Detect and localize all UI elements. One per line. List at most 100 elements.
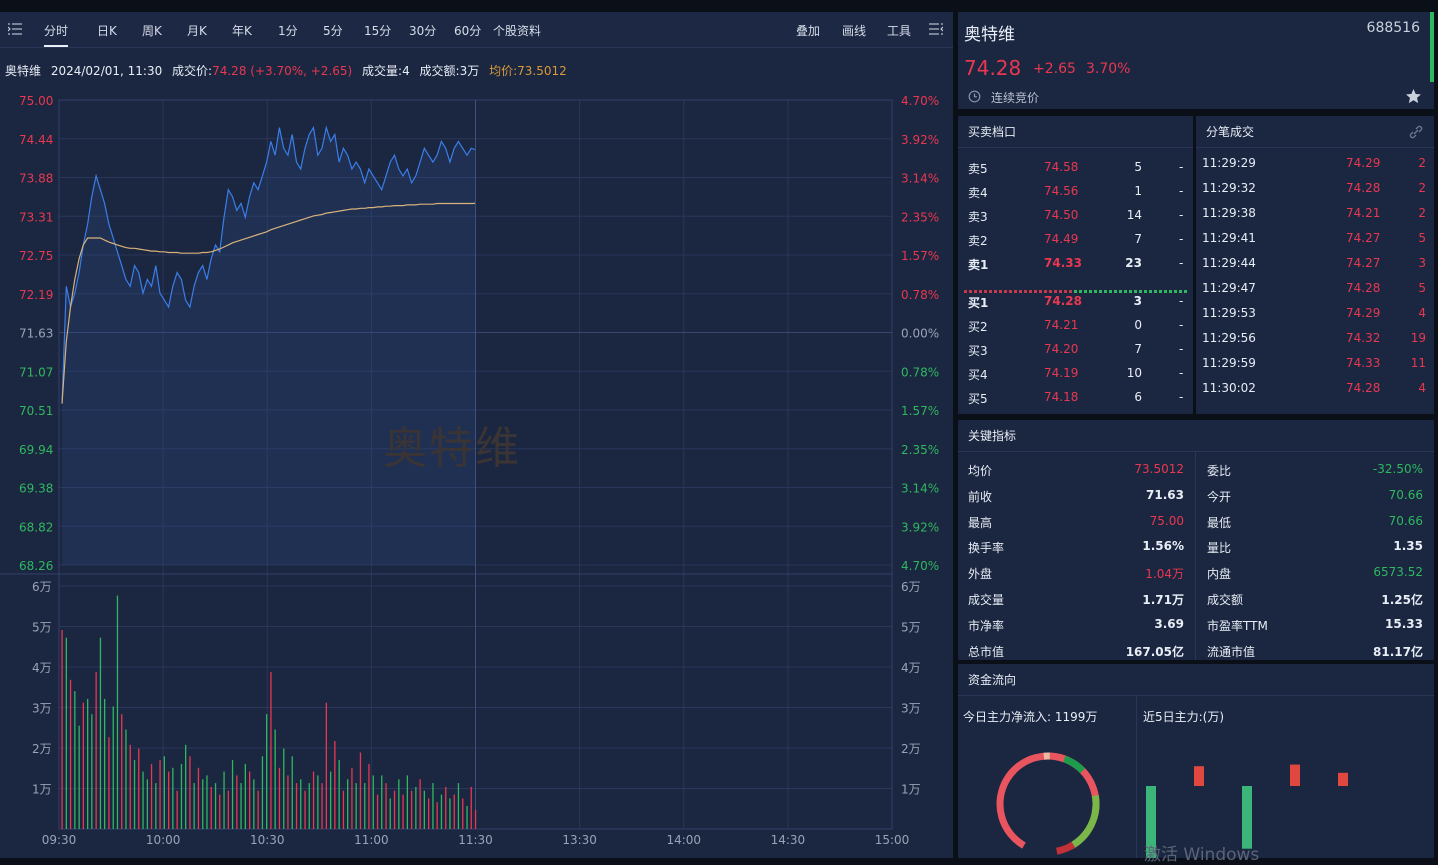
volume-bar [210, 786, 212, 829]
y-right-tick: 0.00% [901, 327, 939, 341]
y-right-tick: 3.14% [901, 172, 939, 186]
vol-tick-left: 3万 [32, 702, 52, 716]
volume-bar [389, 798, 391, 829]
trade-time: 11:29:53 [1202, 306, 1256, 320]
orderbook-price: 74.33 [1044, 256, 1082, 270]
y-right-tick: 2.35% [901, 443, 939, 457]
fund-today-label: 今日主力净流入: 1199万 [963, 710, 1098, 724]
volume-bar [112, 706, 114, 829]
volume-bar [87, 698, 89, 829]
trade-price: 74.28 [1346, 381, 1381, 395]
trade-time: 11:29:32 [1202, 181, 1256, 195]
indicator-value: 70.66 [1388, 487, 1423, 502]
volume-bar [419, 779, 421, 829]
volume-bar [474, 809, 477, 829]
five-day-bar [1194, 766, 1204, 786]
indicator-divider [1195, 452, 1196, 660]
fund-donut-chart [996, 752, 1100, 856]
y-right-tick: 3.92% [901, 520, 939, 534]
orderbook-volume: 1 [1134, 184, 1142, 198]
volume-bar [206, 775, 208, 829]
volume-bar [69, 679, 72, 829]
volume-bar [300, 779, 302, 829]
volume-bar [347, 779, 349, 829]
stock-watermark: 奥特维 [383, 423, 521, 474]
indicator-value: 1.71万 [1142, 593, 1184, 607]
star-icon[interactable] [1405, 88, 1422, 105]
volume-bar [227, 790, 229, 829]
volume-bar [266, 714, 268, 829]
trade-time: 11:29:56 [1202, 331, 1256, 345]
volume-bar [355, 783, 357, 829]
quote-stock-name: 奥特维 [964, 25, 1015, 45]
y-right-tick: 4.70% [901, 559, 939, 573]
volume-bar [125, 729, 127, 829]
orderbook-price: 74.49 [1044, 232, 1079, 246]
indicator-value: 15.33 [1385, 616, 1423, 631]
indicator-value: 167.05亿 [1125, 644, 1184, 659]
vol-tick-right: 2万 [901, 742, 921, 756]
orderbook-price: 74.50 [1044, 208, 1079, 222]
y-left-tick: 71.63 [19, 327, 53, 341]
x-tick: 09:30 [42, 833, 77, 846]
volume-bar [381, 775, 383, 829]
orderbook-label: 卖4 [968, 186, 988, 200]
quote-status: 连续竞价 [991, 91, 1040, 105]
volume-bar [342, 790, 345, 829]
orderbook-price: 74.21 [1044, 318, 1079, 332]
orderbook-label: 卖5 [968, 162, 988, 176]
volume-bar [445, 786, 447, 829]
volume-bar [99, 637, 102, 829]
vol-tick-right: 1万 [901, 783, 921, 797]
y-right-tick: 3.92% [901, 133, 939, 147]
x-tick: 10:30 [250, 833, 285, 846]
vol-tick-left: 6万 [32, 580, 52, 594]
fund-five-label: 近5日主力:(万) [1143, 710, 1225, 724]
indicator-value: 71.63 [1146, 487, 1184, 502]
orderbook-label: 买5 [968, 392, 988, 406]
volume-bar [159, 760, 161, 829]
orderbook-extra: - [1179, 232, 1184, 246]
quote-change: +2.65 [1033, 61, 1076, 77]
orderbook-label: 卖1 [968, 258, 989, 272]
orderbook-volume: 7 [1134, 232, 1142, 246]
orderbook-extra: - [1179, 184, 1184, 198]
volume-bar [219, 794, 221, 829]
scroll-indicator[interactable] [1430, 12, 1434, 82]
five-day-bar [1338, 772, 1348, 786]
volume-bar [163, 756, 165, 829]
y-left-tick: 68.26 [19, 559, 53, 573]
indicator-key: 前收 [968, 489, 993, 504]
orderbook-extra: - [1179, 342, 1184, 356]
volume-bar [470, 786, 472, 829]
volume-bar [65, 637, 67, 829]
volume-bar [95, 672, 97, 829]
indicator-value: 6573.52 [1373, 565, 1423, 580]
volume-bar [185, 744, 187, 829]
link-icon[interactable] [1408, 124, 1424, 140]
vol-tick-right: 6万 [901, 580, 921, 594]
trade-volume: 3 [1418, 256, 1426, 270]
orderbook-divider [964, 282, 1189, 293]
y-right-tick: 0.78% [901, 365, 939, 379]
trade-volume: 5 [1418, 281, 1426, 295]
quote-pct: 3.70% [1086, 61, 1131, 77]
trades-title: 分笔成交 [1196, 116, 1434, 148]
volume-bar [334, 741, 336, 829]
indicator-value: 1.35 [1393, 539, 1423, 554]
x-tick: 11:30 [458, 833, 493, 846]
volume-bar [133, 760, 136, 829]
volume-bar [330, 771, 332, 829]
volume-bar [364, 783, 366, 829]
trade-volume: 4 [1418, 306, 1426, 320]
volume-bar [116, 595, 119, 829]
five-day-bar [1290, 764, 1300, 786]
trade-price: 74.27 [1346, 231, 1381, 245]
indicator-value: 75.00 [1149, 513, 1184, 528]
indicators-panel: 关键指标 均价 73.5012 前收 71.63 最高 75.00 换手率 1.56% 外盘 1.… [958, 420, 1434, 660]
y-right-tick: 2.35% [901, 210, 939, 224]
orderbook-label: 卖3 [968, 210, 988, 224]
trade-time: 11:29:47 [1202, 281, 1256, 295]
volume-bar [146, 779, 148, 829]
volume-bar [253, 779, 255, 829]
